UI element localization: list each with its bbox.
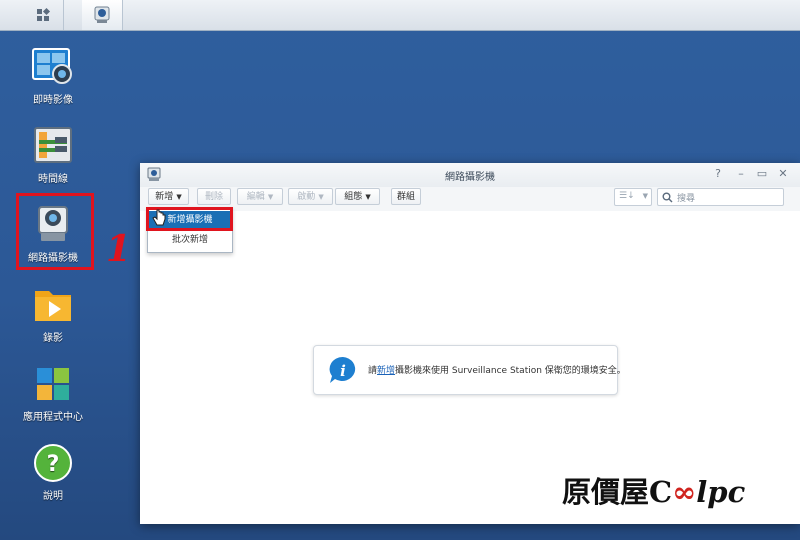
- group-button[interactable]: 群組: [391, 188, 421, 205]
- desktop-icon-label: 即時影像: [33, 95, 73, 106]
- desktop-icon-label: 時間線: [38, 174, 68, 185]
- enable-button-label: 啟動: [297, 192, 316, 202]
- help-button[interactable]: ?: [711, 167, 725, 181]
- desktop-icon-recording[interactable]: 錄影: [14, 285, 92, 344]
- add-button[interactable]: 新增 ▼: [148, 188, 189, 205]
- watermark-c: C: [649, 475, 673, 509]
- edit-button-label: 編輯: [246, 192, 265, 202]
- coolpc-watermark: 原價屋C∞lpc: [562, 469, 745, 511]
- add-button-label: 新增: [155, 192, 174, 202]
- search-placeholder: 搜尋: [677, 194, 696, 204]
- search-icon: [662, 192, 673, 203]
- ip-camera-icon: [94, 6, 110, 23]
- menu-item-batch-add[interactable]: 批次新增: [148, 231, 232, 249]
- watermark-han: 原價屋: [562, 475, 650, 509]
- window-title: 網路攝影機: [445, 172, 495, 183]
- svg-text:?: ?: [47, 452, 60, 477]
- edit-button[interactable]: 編輯 ▼: [237, 188, 283, 205]
- desktop-icon-timeline[interactable]: 時間線: [14, 126, 92, 185]
- taskbar-ip-camera-app[interactable]: [82, 0, 123, 30]
- highlight-box-step1: [16, 193, 94, 270]
- minimize-button[interactable]: –: [734, 167, 748, 181]
- group-button-label: 群組: [396, 192, 415, 202]
- chevron-down-icon: ▼: [318, 193, 324, 201]
- pointer-hand-icon: [152, 209, 166, 226]
- watermark-lpc: lpc: [696, 475, 746, 509]
- close-button[interactable]: ✕: [776, 167, 790, 181]
- menu-item-label: 批次新增: [171, 235, 208, 245]
- delete-button-label: 刪除: [204, 192, 223, 202]
- grid-icon: [37, 7, 51, 21]
- desktop-icon-label: 錄影: [43, 333, 63, 344]
- enable-button[interactable]: 啟動 ▼: [288, 188, 333, 205]
- message-suffix: 攝影機來使用 Surveillance Station 保衛您的環境安全。: [395, 366, 626, 376]
- message-prefix: 請: [368, 366, 378, 376]
- config-button[interactable]: 組態 ▼: [335, 188, 380, 205]
- maximize-button[interactable]: ▭: [755, 167, 769, 181]
- main-menu-button[interactable]: [23, 0, 64, 30]
- chevron-down-icon: ▼: [365, 193, 371, 201]
- desktop-icon-live-view[interactable]: 即時影像: [14, 47, 92, 106]
- desktop-icon-label: 應用程式中心: [23, 412, 83, 423]
- timeline-icon: [34, 127, 72, 163]
- add-camera-link[interactable]: 新增: [377, 366, 395, 376]
- live-view-icon: [32, 48, 72, 84]
- info-icon: i: [329, 356, 356, 383]
- desktop-icon-help[interactable]: ? 說明: [14, 443, 92, 502]
- chevron-down-icon: ▼: [267, 193, 274, 201]
- empty-state-text: 請新增攝影機來使用 Surveillance Station 保衛您的環境安全。: [368, 363, 626, 376]
- taskbar: [0, 0, 800, 31]
- window-titlebar[interactable]: 網路攝影機 ? – ▭ ✕: [140, 163, 800, 187]
- svg-text:i: i: [340, 362, 346, 380]
- chevron-down-icon: ▼: [642, 192, 648, 200]
- app-center-icon: [37, 368, 69, 400]
- annotation-step1: 1: [106, 228, 132, 270]
- recording-icon: [35, 291, 71, 321]
- delete-button[interactable]: 刪除: [197, 188, 231, 205]
- desktop-icon-label: 說明: [43, 491, 63, 502]
- help-icon: ?: [34, 444, 72, 482]
- infinity-logo-icon: ∞: [672, 475, 697, 509]
- chevron-down-icon: ▼: [176, 193, 182, 201]
- config-button-label: 組態: [344, 192, 363, 202]
- list-view-toggle[interactable]: ☰↓ ▼: [614, 188, 652, 206]
- list-icon: ☰↓: [619, 191, 635, 201]
- search-input[interactable]: 搜尋: [657, 188, 784, 206]
- empty-state-message: i 請新增攝影機來使用 Surveillance Station 保衛您的環境安…: [313, 345, 626, 395]
- desktop-icon-app-center[interactable]: 應用程式中心: [14, 364, 92, 423]
